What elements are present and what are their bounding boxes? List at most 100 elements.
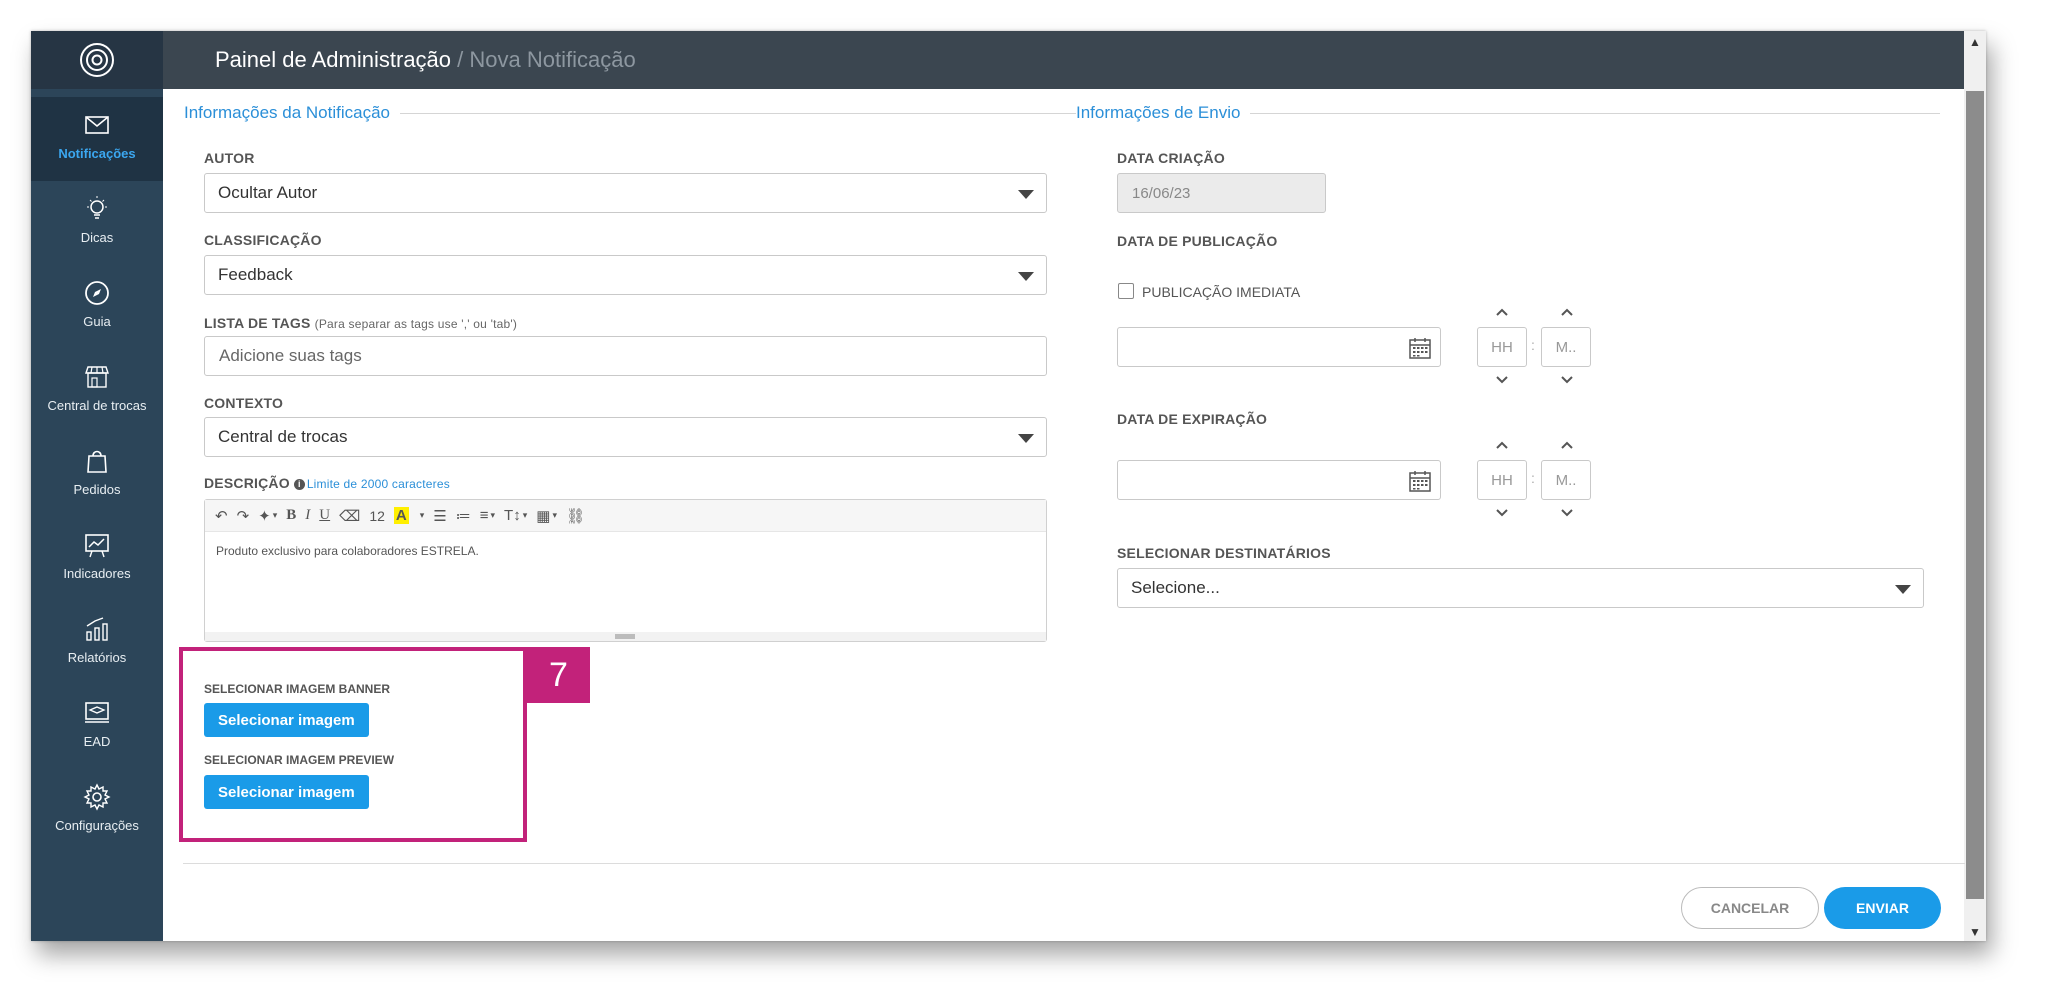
classification-label: CLASSIFICAÇÃO [204,232,322,248]
mail-icon [85,116,109,134]
unordered-list-icon[interactable]: ☰ [433,507,446,525]
underline-icon[interactable]: U [319,507,330,524]
sidebar-item-label: Notificações [58,146,136,161]
author-value: Ocultar Autor [218,183,318,202]
compass-icon [85,281,109,305]
gear-icon [83,783,111,811]
immediate-publication-checkbox[interactable] [1118,283,1134,299]
link-icon[interactable]: ⛓ [566,507,585,525]
cancel-button[interactable]: CANCELAR [1681,887,1819,929]
hour-decrement-chevron-down-icon[interactable] [1492,506,1512,520]
tags-input[interactable] [204,336,1047,376]
publication-date-input[interactable] [1117,327,1441,367]
author-select[interactable]: Ocultar Autor [204,173,1047,213]
sidebar-item-label: Dicas [80,230,114,245]
app-window: Notificações Dicas Guia Central de troca… [31,31,1986,941]
info-icon: i [293,479,305,490]
line-height-icon[interactable]: T↕ ▾ [504,507,527,524]
sidebar-item-label: EAD [83,734,111,749]
breadcrumb-section[interactable]: Painel de Administração [215,47,451,72]
classification-select[interactable]: Feedback [204,255,1047,295]
sidebar-item-central-de-trocas[interactable]: Central de trocas [31,349,163,433]
sidebar-item-configuracoes[interactable]: Configurações [31,769,163,853]
ordered-list-icon[interactable]: ≔ [456,507,471,525]
editor-content[interactable]: Produto exclusivo para colaboradores EST… [205,532,1046,570]
caret-down-icon [1018,434,1034,443]
bold-icon[interactable]: B [286,507,296,524]
color-dropdown-icon[interactable]: ▾ [418,510,425,521]
tags-label: LISTA DE TAGS (Para separar as tags use … [204,315,517,331]
select-banner-image-button[interactable]: Selecionar imagem [204,703,369,737]
calendar-icon[interactable] [1408,469,1432,493]
send-button[interactable]: ENVIAR [1824,887,1941,929]
sidebar-item-dicas[interactable]: Dicas [31,181,163,265]
calendar-icon[interactable] [1408,336,1432,360]
creation-date-label: DATA CRIAÇÃO [1117,150,1225,166]
graduation-laptop-icon [85,702,109,723]
context-label: CONTEXTO [204,395,284,411]
sidebar-item-indicadores[interactable]: Indicadores [31,517,163,601]
minute-decrement-chevron-down-icon[interactable] [1557,373,1577,387]
redo-icon[interactable]: ↷ [237,507,250,525]
sidebar-item-notificacoes[interactable]: Notificações [31,97,163,181]
description-limit: Limite de 2000 caracteres [306,477,450,491]
sidebar-item-label: Guia [83,314,111,329]
scrollbar[interactable]: ▲ ▼ [1964,31,1986,941]
highlight-frame [179,647,527,842]
highlight-color-icon[interactable]: A [393,507,409,524]
sidebar-item-label: Pedidos [73,482,121,497]
scroll-up-arrow-icon[interactable]: ▲ [1968,35,1982,49]
eraser-icon[interactable]: ⌫ [339,507,360,525]
minute-increment-chevron-up-icon[interactable] [1557,438,1577,452]
section-title: Informações de Envio [1076,103,1241,122]
section-notification-info: Informações da Notificação [184,103,1076,123]
top-bar: Painel de Administração / Nova Notificaç… [163,31,1986,89]
breadcrumb: Painel de Administração / Nova Notificaç… [215,47,636,73]
expiration-minute-input[interactable]: M.. [1541,460,1591,500]
logo-icon [80,43,114,77]
align-icon[interactable]: ≡ ▾ [480,507,495,524]
minute-increment-chevron-up-icon[interactable] [1557,305,1577,319]
sidebar-item-pedidos[interactable]: Pedidos [31,433,163,517]
expiration-hour-input[interactable]: HH [1477,460,1527,500]
tags-hint: (Para separar as tags use ',' ou 'tab') [314,317,518,331]
recipients-select[interactable]: Selecione... [1117,568,1924,608]
select-preview-image-button[interactable]: Selecionar imagem [204,775,369,809]
publication-minute-input[interactable]: M.. [1541,327,1591,367]
scroll-down-arrow-icon[interactable]: ▼ [1968,925,1982,939]
magic-wand-icon[interactable]: ✦ ▾ [258,507,277,525]
font-size-select[interactable]: 12 [369,508,385,524]
recipients-label: SELECIONAR DESTINATÁRIOS [1117,545,1331,561]
undo-icon[interactable]: ↶ [215,507,228,525]
context-value: Central de trocas [218,427,348,446]
immediate-publication-label[interactable]: PUBLICAÇÃO IMEDIATA [1142,284,1300,300]
publication-hour-input[interactable]: HH [1477,327,1527,367]
section-title: Informações da Notificação [184,103,390,122]
sidebar-item-relatorios[interactable]: Relatórios [31,601,163,685]
breadcrumb-separator: / [451,47,470,72]
divider [1250,112,1940,114]
hour-increment-chevron-up-icon[interactable] [1492,438,1512,452]
description-label-text: DESCRIÇÃO [204,475,290,491]
scrollbar-thumb[interactable] [1966,91,1984,899]
sidebar-item-label: Indicadores [63,566,131,581]
app-logo[interactable] [31,31,163,89]
resize-grip[interactable] [615,634,635,639]
table-icon[interactable]: ▦ ▾ [536,507,557,525]
expiration-date-input[interactable] [1117,460,1441,500]
time-separator: : [1531,470,1535,486]
italic-icon[interactable]: I [305,507,310,524]
context-select[interactable]: Central de trocas [204,417,1047,457]
preview-image-label: SELECIONAR IMAGEM PREVIEW [204,753,395,767]
minute-decrement-chevron-down-icon[interactable] [1557,506,1577,520]
sidebar-item-guia[interactable]: Guia [31,265,163,349]
caret-down-icon [1018,272,1034,281]
description-editor[interactable]: ↶ ↷ ✦ ▾ B I U ⌫ 12 A ▾ ☰ ≔ ≡ ▾ T↕ ▾ ▦ ▾ ⛓ Pro… [204,499,1047,642]
sidebar-item-label: Relatórios [67,650,127,665]
hour-increment-chevron-up-icon[interactable] [1492,305,1512,319]
editor-resize-handle[interactable] [205,632,1046,641]
tags-label-text: LISTA DE TAGS [204,315,311,331]
shopping-bag-icon [87,450,107,473]
hour-decrement-chevron-down-icon[interactable] [1492,373,1512,387]
sidebar-item-ead[interactable]: EAD [31,685,163,769]
